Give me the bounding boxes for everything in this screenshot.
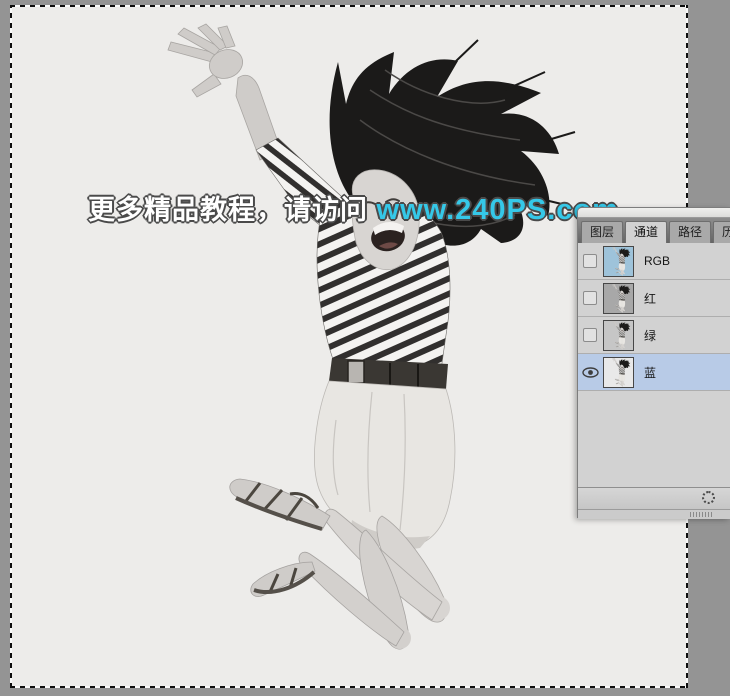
selection-ants-bottom: [10, 686, 688, 688]
channel-list: RGB 红 绿 蓝: [578, 243, 730, 391]
channel-thumbnail-blue[interactable]: [603, 356, 634, 388]
channel-label: RGB: [644, 254, 671, 268]
tab-layers[interactable]: 图层: [581, 221, 624, 243]
panel-empty-area: [578, 391, 730, 487]
channel-thumbnail-red[interactable]: [603, 282, 634, 314]
watermark-text: 更多精品教程，请访问: [88, 195, 368, 225]
load-channel-as-selection-icon[interactable]: [702, 491, 715, 504]
visibility-checkbox-icon: [583, 291, 597, 305]
channel-thumbnail-rgb[interactable]: [603, 245, 634, 277]
channel-row-blue[interactable]: 蓝: [578, 354, 730, 391]
visibility-toggle-green[interactable]: [578, 328, 602, 342]
channel-row-red[interactable]: 红: [578, 280, 730, 317]
eye-icon: [581, 366, 599, 378]
watermark: 更多精品教程，请访问 www.240PS.com: [88, 188, 619, 227]
tab-history[interactable]: 历史记录: [713, 221, 730, 243]
photoshop-workspace: { "window": { "pasteboard_color": "#9494…: [0, 0, 730, 696]
tab-channels[interactable]: 通道: [625, 221, 668, 243]
channel-row-green[interactable]: 绿: [578, 317, 730, 354]
tab-paths[interactable]: 路径: [669, 221, 712, 243]
panel-footer: [578, 487, 730, 509]
visibility-checkbox-icon: [583, 254, 597, 268]
resize-grip-icon[interactable]: [690, 512, 714, 517]
visibility-toggle-blue[interactable]: [578, 366, 602, 378]
visibility-toggle-red[interactable]: [578, 291, 602, 305]
visibility-toggle-rgb[interactable]: [578, 254, 602, 268]
channels-panel: 图层 通道 路径 历史记录 RGB 红 绿: [577, 207, 730, 519]
selection-ants-top: [10, 5, 688, 7]
panel-drag-bar[interactable]: [578, 208, 730, 218]
channel-row-rgb[interactable]: RGB: [578, 243, 730, 280]
channel-label: 绿: [644, 328, 657, 343]
panel-tab-bar: 图层 通道 路径 历史记录: [578, 218, 730, 243]
channel-label: 红: [644, 291, 657, 306]
selection-ants-left: [10, 5, 12, 688]
panel-bottom-edge: [578, 509, 730, 519]
visibility-checkbox-icon: [583, 328, 597, 342]
channel-thumbnail-green[interactable]: [603, 319, 634, 351]
channel-label: 蓝: [644, 365, 657, 380]
